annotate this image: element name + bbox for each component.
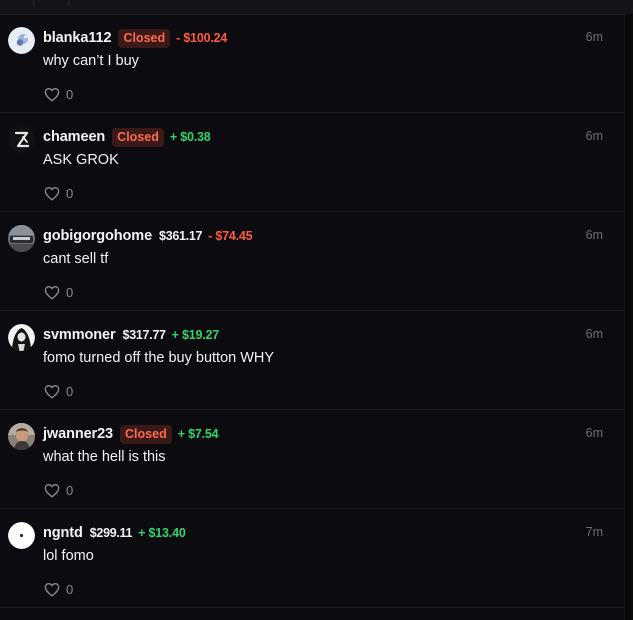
like-count: 0 <box>66 581 74 597</box>
like-count: 0 <box>66 482 74 498</box>
holding-value: $299.11 <box>89 526 133 540</box>
timestamp: 6m <box>585 228 603 242</box>
comment-header: chameen Closed + $0.38 <box>43 127 211 147</box>
comment-item: jwanner23 Closed + $7.54 6m what the hel… <box>0 410 624 509</box>
timestamp: 6m <box>585 327 603 341</box>
pnl-value: + $7.54 <box>177 427 219 441</box>
username-link[interactable]: jwanner23 <box>43 426 113 442</box>
like-count: 0 <box>66 383 74 399</box>
pnl-value: - $100.24 <box>176 31 228 45</box>
comment-header: svmmoner $317.77 + $19.27 <box>43 325 219 345</box>
comment-text: lol fomo <box>43 548 94 564</box>
timestamp: 6m <box>585 426 603 440</box>
like-button[interactable]: 0 <box>44 86 73 102</box>
comment-text: why can’t I buy <box>43 53 139 69</box>
top-tab-strip <box>0 0 633 15</box>
holding-value: $361.17 <box>159 229 203 243</box>
ghost-avatar-icon[interactable] <box>8 27 35 54</box>
car-photo-avatar-icon[interactable] <box>8 225 35 252</box>
like-count: 0 <box>66 86 74 102</box>
grok-logo-avatar-icon[interactable] <box>8 126 35 153</box>
comment-header: blanka112 Closed - $100.24 <box>43 28 227 48</box>
username-link[interactable]: blanka112 <box>43 30 112 46</box>
timestamp: 7m <box>585 525 603 539</box>
pnl-value: - $74.45 <box>208 229 253 243</box>
heart-icon <box>44 186 60 201</box>
scrollbar-track[interactable] <box>624 14 633 620</box>
heart-icon <box>44 582 60 597</box>
like-button[interactable]: 0 <box>44 383 73 399</box>
comment-header: gobigorgohome $361.17 - $74.45 <box>43 226 253 246</box>
pnl-value: + $0.38 <box>169 130 211 144</box>
timestamp: 6m <box>585 129 603 143</box>
person-photo-avatar-icon[interactable] <box>8 423 35 450</box>
pnl-value: + $19.27 <box>171 328 220 342</box>
username-link[interactable]: gobigorgohome <box>43 228 152 244</box>
tab-divider <box>33 0 34 6</box>
comment-text: cant sell tf <box>43 251 109 267</box>
comment-text: fomo turned off the buy button WHY <box>43 350 275 366</box>
pnl-value: + $13.40 <box>138 526 186 540</box>
comment-text: ASK GROK <box>43 152 119 168</box>
comment-feed: blanka112 Closed - $100.24 6m why can’t … <box>0 14 624 608</box>
username-link[interactable]: svmmoner <box>43 327 116 343</box>
comment-text: what the hell is this <box>43 449 166 465</box>
username-link[interactable]: ngntd <box>43 525 83 541</box>
closed-badge: Closed <box>120 424 172 444</box>
comment-header: ngntd $299.11 + $13.40 <box>43 523 186 543</box>
heart-icon <box>44 285 60 300</box>
white-dot-avatar-icon[interactable] <box>8 522 35 549</box>
hooded-figure-avatar-icon[interactable] <box>8 324 35 351</box>
closed-badge: Closed <box>118 28 171 48</box>
comment-item: chameen Closed + $0.38 6m ASK GROK 0 <box>0 113 624 212</box>
like-button[interactable]: 0 <box>44 185 73 201</box>
heart-icon <box>44 384 60 399</box>
like-count: 0 <box>66 284 74 300</box>
like-button[interactable]: 0 <box>44 284 73 300</box>
closed-badge: Closed <box>112 127 164 147</box>
like-count: 0 <box>66 185 74 201</box>
heart-icon <box>44 87 60 102</box>
username-link[interactable]: chameen <box>43 129 105 145</box>
holding-value: $317.77 <box>122 328 166 342</box>
like-button[interactable]: 0 <box>44 482 73 498</box>
comment-item: ngntd $299.11 + $13.40 7m lol fomo 0 <box>0 509 624 608</box>
comment-item: svmmoner $317.77 + $19.27 6m fomo turned… <box>0 311 624 410</box>
like-button[interactable]: 0 <box>44 581 73 597</box>
comment-header: jwanner23 Closed + $7.54 <box>43 424 219 444</box>
comment-item: blanka112 Closed - $100.24 6m why can’t … <box>0 14 624 113</box>
tab-divider <box>68 0 69 6</box>
heart-icon <box>44 483 60 498</box>
timestamp: 6m <box>585 30 603 44</box>
comment-item: gobigorgohome $361.17 - $74.45 6m cant s… <box>0 212 624 311</box>
